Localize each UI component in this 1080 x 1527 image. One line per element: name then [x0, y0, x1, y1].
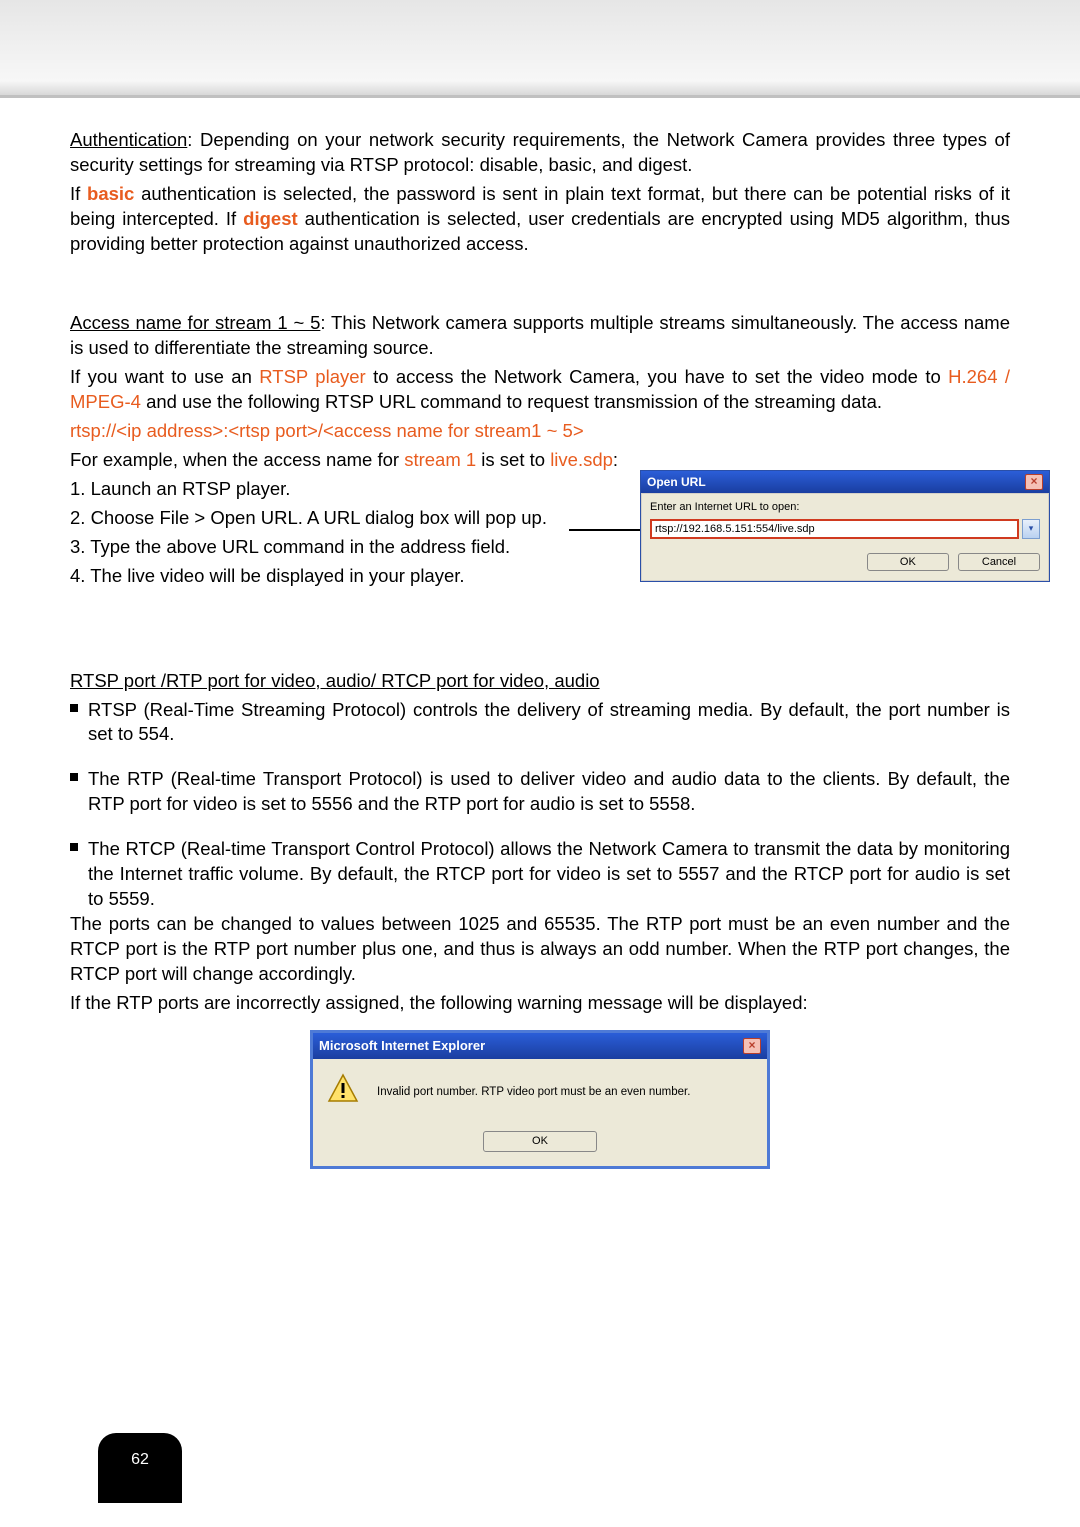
- t: If you want to use an: [70, 366, 259, 387]
- bullet-rtsp: RTSP (Real-Time Streaming Protocol) cont…: [70, 698, 1010, 748]
- ok-button[interactable]: OK: [483, 1131, 597, 1152]
- t: and use the following RTSP URL command t…: [141, 391, 882, 412]
- page-number-tab: 62: [98, 1433, 182, 1503]
- ports-warning-intro: If the RTP ports are incorrectly assigne…: [70, 991, 1010, 1016]
- warning-title: Microsoft Internet Explorer: [319, 1037, 485, 1055]
- t: to access the Network Camera, you have t…: [366, 366, 948, 387]
- open-url-label: Enter an Internet URL to open:: [650, 500, 1040, 515]
- close-icon[interactable]: ×: [1025, 474, 1043, 490]
- close-icon[interactable]: ×: [743, 1038, 761, 1054]
- chevron-down-icon[interactable]: ▾: [1022, 519, 1040, 539]
- t: :: [613, 449, 618, 470]
- bullet-rtp: The RTP (Real-time Transport Protocol) i…: [70, 767, 1010, 817]
- square-bullet-icon: [70, 698, 80, 748]
- ports-heading: RTSP port /RTP port for video, audio/ RT…: [70, 669, 1010, 694]
- access-para: Access name for stream 1 ~ 5: This Netwo…: [70, 311, 1010, 361]
- ports-range-para: The ports can be changed to values betwe…: [70, 912, 1010, 987]
- ok-button[interactable]: OK: [867, 553, 949, 572]
- livesdp-word: live.sdp: [550, 449, 613, 470]
- auth-para: Authentication: Depending on your networ…: [70, 128, 1010, 178]
- header-band: [0, 0, 1080, 98]
- warning-message: Invalid port number. RTP video port must…: [377, 1085, 690, 1101]
- bullet-text: RTSP (Real-Time Streaming Protocol) cont…: [88, 698, 1010, 748]
- auth-text: : Depending on your network security req…: [70, 129, 1010, 175]
- open-url-title: Open URL: [647, 474, 706, 490]
- access-heading: Access name for stream 1 ~ 5: [70, 312, 320, 333]
- t: If: [70, 183, 87, 204]
- bullet-rtcp: The RTCP (Real-time Transport Control Pr…: [70, 837, 1010, 912]
- warning-titlebar: Microsoft Internet Explorer ×: [313, 1033, 767, 1059]
- url-template: rtsp://<ip address>:<rtsp port>/<access …: [70, 419, 1010, 444]
- square-bullet-icon: [70, 767, 80, 817]
- rtsp-player-word: RTSP player: [259, 366, 365, 387]
- open-url-titlebar: Open URL ×: [641, 471, 1049, 493]
- basic-digest-para: If basic authentication is selected, the…: [70, 182, 1010, 257]
- cancel-button[interactable]: Cancel: [958, 553, 1040, 572]
- url-template-text: rtsp://<ip address>:<rtsp port>/<access …: [70, 420, 584, 441]
- bullet-text: The RTP (Real-time Transport Protocol) i…: [88, 767, 1010, 817]
- stream1-word: stream 1: [404, 449, 476, 470]
- t: is set to: [476, 449, 550, 470]
- page-number: 62: [131, 1451, 149, 1469]
- basic-word: basic: [87, 183, 134, 204]
- t: For example, when the access name for: [70, 449, 404, 470]
- open-url-input[interactable]: rtsp://192.168.5.151:554/live.sdp: [650, 519, 1019, 539]
- digest-word: digest: [243, 208, 297, 229]
- open-url-dialog: Open URL × Enter an Internet URL to open…: [640, 470, 1050, 582]
- bullet-text: The RTCP (Real-time Transport Control Pr…: [88, 837, 1010, 912]
- warning-dialog: Microsoft Internet Explorer × Invalid po…: [310, 1030, 770, 1169]
- auth-heading: Authentication: [70, 129, 187, 150]
- rtsp-player-para: If you want to use an RTSP player to acc…: [70, 365, 1010, 415]
- warning-icon: [327, 1073, 359, 1112]
- square-bullet-icon: [70, 837, 80, 912]
